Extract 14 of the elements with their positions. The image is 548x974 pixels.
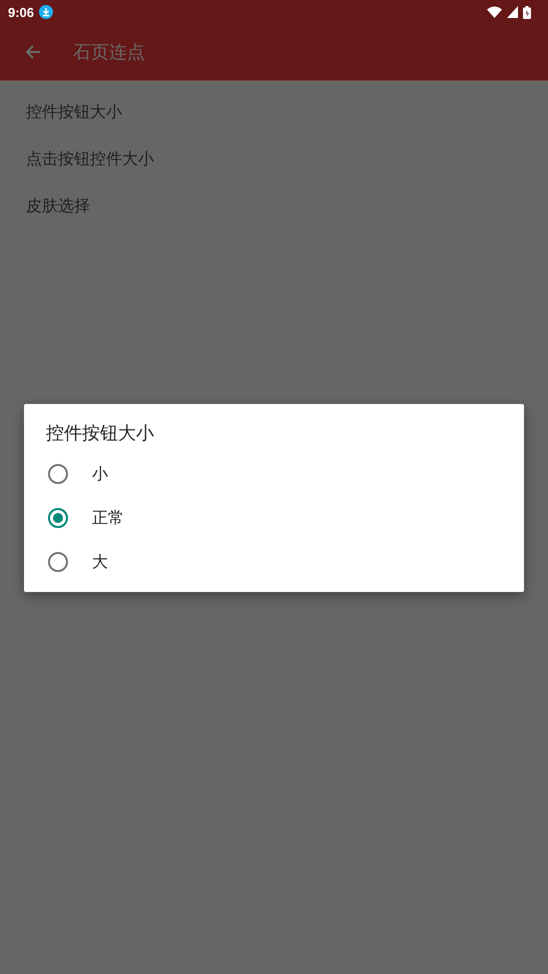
app-title: 石页连点 [73,41,145,64]
battery-icon [523,6,531,18]
back-arrow-icon[interactable] [25,44,41,60]
wifi-icon [487,6,502,18]
radio-button[interactable] [48,464,68,484]
radio-button[interactable] [48,552,68,572]
signal-icon [507,6,518,18]
option-label[interactable]: 小 [92,464,108,484]
clock-time: 9:06 [8,4,34,20]
dialog-title: 控件按钮大小 [46,422,154,446]
download-icon [39,5,54,19]
radio-button[interactable] [48,508,68,528]
option-label[interactable]: 正常 [92,508,124,528]
option-label[interactable]: 大 [92,552,108,572]
